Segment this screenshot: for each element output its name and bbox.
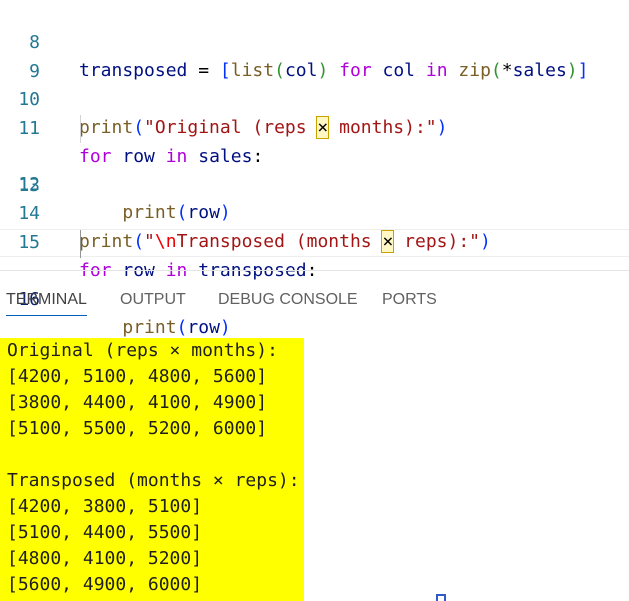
code-line-current[interactable]: 16 print(row) <box>0 229 629 338</box>
code-line[interactable]: 9 <box>0 30 629 82</box>
tab-debug-console[interactable]: DEBUG CONSOLE <box>218 291 358 309</box>
active-tab-indicator <box>6 315 87 316</box>
terminal-line: [4200, 3800, 5100] <box>7 496 203 517</box>
terminal-line: [5100, 5500, 5200, 6000] <box>7 418 268 439</box>
panel-tab-bar: TERMINAL OUTPUT DEBUG CONSOLE PORTS <box>0 271 629 323</box>
tab-terminal[interactable]: TERMINAL <box>6 291 87 309</box>
terminal-line: [5100, 4400, 5500] <box>7 522 203 543</box>
tab-ports[interactable]: PORTS <box>382 291 437 309</box>
tab-output[interactable]: OUTPUT <box>120 291 186 309</box>
terminal-line: [4800, 4100, 5200] <box>7 548 203 569</box>
code-line[interactable]: 14 print("\nTransposed (months × reps):"… <box>0 172 629 253</box>
code-line[interactable]: 10 print("Original (reps × months):") <box>0 58 629 139</box>
code-line[interactable]: 13 <box>0 144 629 196</box>
terminal-line: [3800, 4400, 4100, 4900] <box>7 392 268 413</box>
code-line[interactable]: 15 for row in transposed: <box>0 201 629 281</box>
terminal-line: [5600, 4900, 6000] <box>7 574 203 595</box>
code-line[interactable]: 8 transposed = [list(col) for col in zip… <box>0 1 629 81</box>
code-line[interactable]: 11 for row in sales: <box>0 87 629 167</box>
terminal-line: [4200, 5100, 4800, 5600] <box>7 366 268 387</box>
code-editor[interactable]: 8 transposed = [list(col) for col in zip… <box>0 0 629 338</box>
terminal-line: Original (reps × months): <box>7 340 278 361</box>
indent-guide <box>80 115 81 143</box>
terminal-cursor-icon <box>436 594 446 601</box>
terminal-line: Transposed (months × reps): <box>7 470 300 491</box>
indent-guide <box>80 230 81 258</box>
code-line[interactable]: 12 print(row) <box>0 115 629 223</box>
